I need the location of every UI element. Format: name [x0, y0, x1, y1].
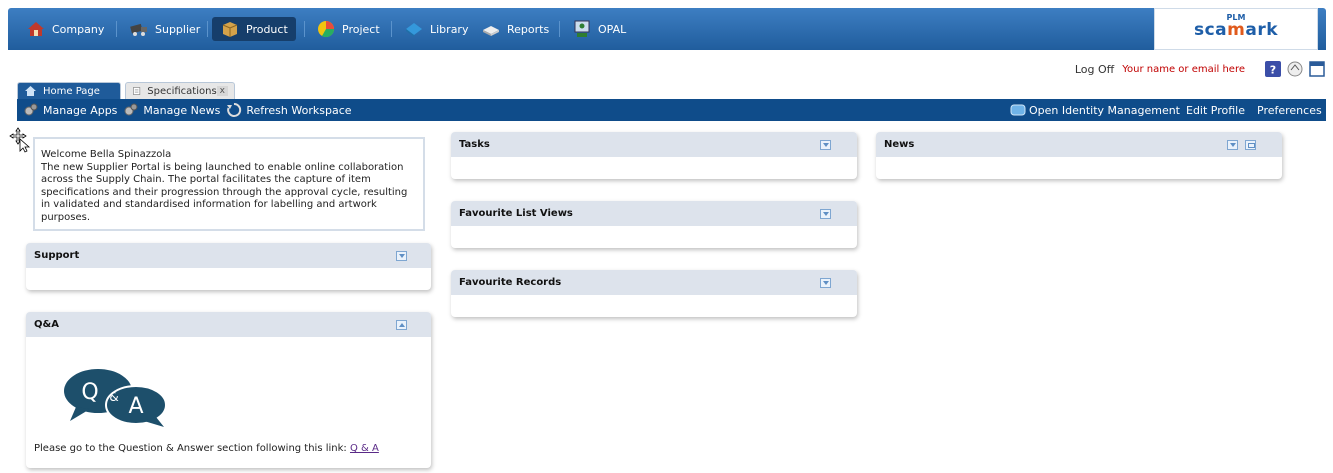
- log-off-link[interactable]: Log Off: [1075, 63, 1114, 76]
- collapse-button[interactable]: [820, 140, 831, 150]
- qa-panel-header: Q&A: [26, 312, 431, 337]
- maximize-button[interactable]: [1245, 140, 1256, 150]
- gears-icon: [24, 103, 38, 116]
- nav-library[interactable]: Library: [396, 17, 476, 41]
- favourite-records-header: Favourite Records: [451, 270, 857, 295]
- tab-close-button[interactable]: x: [216, 86, 228, 96]
- news-title: News: [884, 139, 915, 150]
- tab-home-label: Home Page: [43, 85, 100, 97]
- favourite-list-views-header: Favourite List Views: [451, 201, 857, 226]
- truck-icon: [130, 23, 147, 36]
- top-nav-bar: Company Supplier Product Project Library…: [8, 8, 1326, 50]
- manage-news-button[interactable]: Manage News: [123, 102, 220, 118]
- preferences-link[interactable]: Preferences: [1257, 99, 1322, 121]
- tab-specifications-label: Specifications: [147, 85, 217, 97]
- welcome-greeting: Welcome Bella Spinazzola: [41, 149, 172, 160]
- news-panel: News: [876, 132, 1282, 179]
- workspace-toolbar: Manage Apps Manage News Refresh Workspac…: [17, 99, 1326, 121]
- qa-panel: Q&A Q & A Please go to the Question & An…: [26, 312, 431, 468]
- user-bar: Log Off Your name or email here ?: [1075, 58, 1325, 80]
- preferences-label: Preferences: [1257, 103, 1322, 117]
- nav-reports-label: Reports: [507, 22, 550, 36]
- help-icon[interactable]: ?: [1265, 61, 1281, 77]
- nav-opal-label: OPAL: [598, 22, 627, 36]
- book-icon: [406, 23, 422, 37]
- identity-label: Open Identity Management: [1029, 103, 1180, 117]
- username-placeholder: Your name or email here: [1122, 63, 1245, 75]
- qa-title: Q&A: [34, 319, 59, 330]
- gears-icon: [124, 103, 138, 116]
- edit-profile-link[interactable]: Edit Profile: [1186, 99, 1245, 121]
- nav-reports[interactable]: Reports: [473, 17, 557, 41]
- tab-home-page[interactable]: Home Page: [17, 82, 121, 99]
- favourite-list-views-panel: Favourite List Views: [451, 201, 857, 248]
- refresh-workspace-label: Refresh Workspace: [246, 103, 352, 117]
- feedback-icon[interactable]: [1287, 61, 1303, 77]
- svg-text:A: A: [128, 394, 143, 419]
- qa-instruction: Please go to the Question & Answer secti…: [34, 443, 379, 454]
- nav-supplier[interactable]: Supplier: [121, 17, 208, 41]
- collapse-button[interactable]: [396, 251, 407, 261]
- house-icon: [28, 22, 44, 36]
- support-title: Support: [34, 250, 80, 261]
- edit-profile-label: Edit Profile: [1186, 103, 1246, 117]
- nav-company[interactable]: Company: [18, 17, 112, 41]
- collapse-button[interactable]: [820, 209, 831, 219]
- identity-icon: [1010, 104, 1026, 116]
- nav-opal[interactable]: OPAL: [564, 17, 634, 41]
- nav-product[interactable]: Product: [212, 17, 296, 41]
- nav-library-label: Library: [430, 22, 469, 36]
- tasks-title: Tasks: [459, 139, 490, 150]
- favourite-records-panel: Favourite Records: [451, 270, 857, 317]
- tasks-panel: Tasks: [451, 132, 857, 179]
- logo-brand-text: scamark: [1193, 20, 1279, 40]
- svg-text:?: ?: [1270, 64, 1276, 77]
- home-tab-icon: [25, 86, 36, 96]
- box-icon: [222, 22, 238, 37]
- qa-bubbles-logo: Q & A: [64, 369, 167, 427]
- expand-button[interactable]: [396, 320, 407, 330]
- manage-news-label: Manage News: [143, 103, 221, 117]
- favourite-records-title: Favourite Records: [459, 277, 562, 288]
- plm-scamark-logo: PLM scamark: [1154, 8, 1318, 50]
- nav-project-label: Project: [342, 22, 380, 36]
- refresh-icon: [227, 102, 242, 117]
- welcome-body: The new Supplier Portal is being launche…: [41, 161, 408, 223]
- tab-specifications[interactable]: Specifications x: [125, 82, 235, 99]
- news-panel-header: News: [876, 132, 1282, 157]
- support-panel: Support: [26, 243, 431, 290]
- person-screen-icon: [574, 20, 590, 37]
- collapse-button[interactable]: [1227, 140, 1238, 150]
- nav-project[interactable]: Project: [308, 17, 388, 41]
- support-panel-header: Support: [26, 243, 431, 268]
- welcome-message: Welcome Bella Spinazzola The new Supplie…: [33, 137, 425, 231]
- report-icon: [483, 26, 499, 36]
- qa-link[interactable]: Q & A: [350, 443, 379, 454]
- manage-apps-button[interactable]: Manage Apps: [23, 102, 117, 118]
- qa-instruction-text: Please go to the Question & Answer secti…: [34, 443, 347, 454]
- nav-product-label: Product: [246, 22, 288, 36]
- svg-text:Q: Q: [81, 380, 98, 405]
- svg-text:&: &: [109, 390, 118, 404]
- refresh-workspace-button[interactable]: Refresh Workspace: [226, 102, 352, 118]
- window-icon[interactable]: [1309, 61, 1325, 77]
- favourite-list-views-title: Favourite List Views: [459, 208, 573, 219]
- nav-company-label: Company: [52, 22, 105, 36]
- open-identity-management-button[interactable]: Open Identity Management: [1010, 99, 1180, 121]
- move-cursor-icon: [9, 127, 31, 153]
- pie-icon: [318, 21, 335, 38]
- manage-apps-label: Manage Apps: [43, 103, 118, 117]
- nav-supplier-label: Supplier: [155, 22, 201, 36]
- collapse-button[interactable]: [820, 278, 831, 288]
- document-icon: [133, 87, 141, 95]
- tasks-panel-header: Tasks: [451, 132, 857, 157]
